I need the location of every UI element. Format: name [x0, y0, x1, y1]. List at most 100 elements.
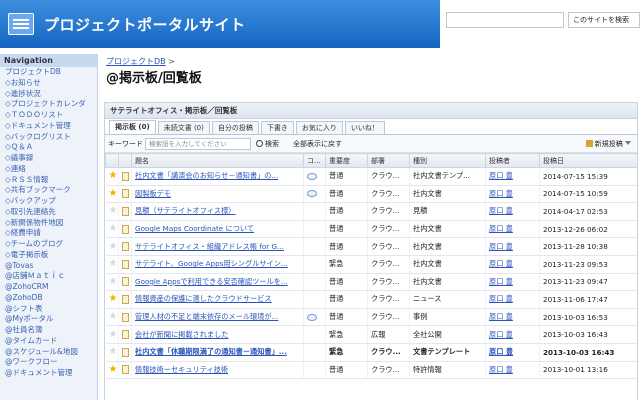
tab-5[interactable]: いいね！: [344, 121, 385, 134]
keyword-input[interactable]: 検索語を入力してください: [145, 138, 251, 150]
nav-item[interactable]: ◇バックログリスト: [0, 132, 97, 143]
star-icon[interactable]: ★: [109, 206, 118, 216]
post-subject-link[interactable]: サテライト、Google Apps用シングルサイン...: [135, 259, 288, 268]
post-subject-link[interactable]: Google Maps Coordinate について: [135, 224, 254, 233]
nav-item[interactable]: ◇Ｑ＆Ａ: [0, 142, 97, 153]
nav-item[interactable]: ◇チームのブログ: [0, 239, 97, 250]
column-header[interactable]: 種別: [409, 153, 486, 168]
nav-item[interactable]: @店舗Ｍａｔｉｃ: [0, 271, 97, 282]
nav-item[interactable]: @ドキュメント管理: [0, 368, 97, 379]
nav-item[interactable]: @ワークフロー: [0, 357, 97, 368]
nav-item[interactable]: ◇連絡: [0, 164, 97, 175]
post-subject-link[interactable]: 社内文書「講演会のお知らせ－通知書」の...: [135, 171, 278, 180]
nav-item[interactable]: @ZohoCRM: [0, 282, 97, 293]
tab-0[interactable]: 掲示板 (0): [109, 120, 156, 134]
post-subject-link[interactable]: 情報資産の保護に適したクラウドサービス: [135, 294, 272, 303]
nav-item[interactable]: @社員名簿: [0, 325, 97, 336]
nav-item[interactable]: ◇ＴＯＤＯリスト: [0, 110, 97, 121]
tab-1[interactable]: 未読文書 (0): [157, 121, 210, 134]
star-icon[interactable]: ★: [109, 276, 118, 287]
nav-item[interactable]: ◇ドキュメント管理: [0, 121, 97, 132]
nav-item[interactable]: ◇お知らせ: [0, 78, 97, 89]
column-header[interactable]: 重要度: [325, 153, 368, 168]
post-subject-link[interactable]: Google Appsで利用できる安否確認ツールを...: [135, 277, 288, 286]
nav-item[interactable]: ◇ＲＳＳ情報: [0, 175, 97, 186]
nav-item[interactable]: @Myポータル: [0, 314, 97, 325]
post-subject-link[interactable]: 管理人材の不足と端末依存のメール環境が...: [135, 312, 278, 321]
column-header[interactable]: 題名: [131, 153, 304, 168]
comment-icon[interactable]: [307, 313, 317, 321]
poster-link[interactable]: 原口 豊: [489, 277, 513, 286]
portal-logo-icon[interactable]: [8, 13, 34, 35]
breadcrumb-link[interactable]: プロジェクトDB: [106, 57, 166, 66]
site-search-input[interactable]: [446, 12, 564, 28]
new-post-button[interactable]: 新規投稿: [585, 138, 631, 150]
poster-link[interactable]: 原口 豊: [489, 171, 513, 180]
poster-link[interactable]: 原口 豊: [489, 312, 513, 321]
star-icon[interactable]: ★: [109, 224, 118, 234]
column-header[interactable]: 投稿日: [539, 153, 637, 168]
star-icon[interactable]: ★: [109, 329, 118, 340]
nav-item[interactable]: @Tovas: [0, 261, 97, 272]
table-row[interactable]: ★ 見積（サテライトオフィス様） 普通 クラウ... 見積 原口 豊 2014-04-17 …: [105, 202, 637, 221]
post-subject-link[interactable]: 見積（サテライトオフィス様）: [135, 206, 235, 215]
table-row[interactable]: ★ 社内文書「講演会のお知らせ－通知書」の... 普通 クラウ... 社内文書テンプ..…: [105, 167, 637, 186]
star-icon[interactable]: ★: [109, 171, 118, 181]
table-row[interactable]: ★ サテライト、Google Apps用シングルサイン... 緊急 クラウ... 社内文…: [105, 255, 637, 274]
poster-link[interactable]: 原口 豊: [489, 330, 513, 339]
column-header[interactable]: 部署: [367, 153, 410, 168]
nav-item[interactable]: @スケジュール&地図: [0, 347, 97, 358]
star-icon[interactable]: ★: [109, 241, 118, 252]
nav-item[interactable]: ◇新関係物件地図: [0, 218, 97, 229]
table-row[interactable]: ★ 情報資産の保護に適したクラウドサービス 普通 クラウ... ニュース 原口 豊 2013…: [105, 290, 637, 309]
poster-link[interactable]: 原口 豊: [489, 189, 513, 198]
poster-link[interactable]: 原口 豊: [489, 224, 513, 233]
table-row[interactable]: ★ 図製板デモ 普通 クラウ... 社内文書 原口 豊 2014-07-15 10:59: [105, 185, 637, 204]
column-header[interactable]: 投稿者: [485, 153, 540, 168]
poster-link[interactable]: 原口 豊: [489, 365, 513, 374]
poster-link[interactable]: 原口 豊: [489, 259, 513, 268]
column-header[interactable]: [105, 153, 119, 168]
tab-4[interactable]: お気に入り: [295, 121, 343, 134]
nav-item[interactable]: ◇電子掲示板: [0, 250, 97, 261]
nav-item[interactable]: @ZohoDB: [0, 293, 97, 304]
table-row[interactable]: ★ Google Maps Coordinate について 普通 クラウ... 社内文書…: [105, 220, 637, 239]
nav-item[interactable]: ◇共有ブックマーク: [0, 185, 97, 196]
tab-3[interactable]: 下書き: [260, 121, 294, 134]
post-subject-link[interactable]: サテライトオフィス・組織アドレス帳 for G...: [135, 242, 284, 251]
star-icon[interactable]: ★: [109, 347, 118, 357]
nav-item[interactable]: ◇取引先連絡先: [0, 207, 97, 218]
show-all-button[interactable]: 全部表示に戻す: [293, 138, 342, 150]
nav-item[interactable]: ◇議事録: [0, 153, 97, 164]
post-subject-link[interactable]: 図製板デモ: [135, 189, 171, 198]
table-row[interactable]: ★ サテライトオフィス・組織アドレス帳 for G... 普通 クラウ... 社内文書原…: [105, 237, 637, 256]
poster-link[interactable]: 原口 豊: [489, 347, 513, 356]
table-row[interactable]: ★ 会社が新聞に掲載されました 緊急 広報 全社公開 原口 豊 2013-10-03 16:…: [105, 325, 637, 344]
post-subject-link[interactable]: 情報技術ーセキュリティ技術: [135, 365, 228, 374]
search-button[interactable]: 検索: [256, 138, 279, 150]
tab-2[interactable]: 自分の投稿: [211, 121, 259, 134]
table-row[interactable]: ★ 情報技術ーセキュリティ技術 普通 クラウ... 特許情報 原口 豊 2013-10-01…: [105, 361, 637, 380]
star-icon[interactable]: ★: [109, 259, 118, 269]
post-subject-link[interactable]: 社内文書「休職期限満了の通知書－通知書」...: [135, 347, 287, 356]
column-header[interactable]: コ...: [303, 153, 326, 168]
nav-item[interactable]: プロジェクトDB: [0, 67, 97, 78]
nav-item[interactable]: @シフト表: [0, 304, 97, 315]
star-icon[interactable]: ★: [109, 188, 118, 199]
nav-item[interactable]: ◇バックアップ: [0, 196, 97, 207]
column-header[interactable]: [118, 153, 132, 168]
post-subject-link[interactable]: 会社が新聞に掲載されました: [135, 330, 228, 339]
poster-link[interactable]: 原口 豊: [489, 206, 513, 215]
table-row[interactable]: ★ Google Appsで利用できる安否確認ツールを... 普通 クラウ... 社内文…: [105, 273, 637, 292]
table-row[interactable]: ★ 管理人材の不足と端末依存のメール環境が... 普通 クラウ... 事例 原口 豊 201…: [105, 308, 637, 327]
star-icon[interactable]: ★: [109, 294, 118, 304]
comment-icon[interactable]: [307, 172, 317, 180]
poster-link[interactable]: 原口 豊: [489, 294, 513, 303]
search-scope-select[interactable]: このサイトを検索: [568, 12, 640, 28]
star-icon[interactable]: ★: [109, 364, 118, 375]
poster-link[interactable]: 原口 豊: [489, 242, 513, 251]
star-icon[interactable]: ★: [109, 312, 118, 322]
nav-item[interactable]: ◇プロジェクトカレンダ: [0, 99, 97, 110]
comment-icon[interactable]: [307, 190, 317, 198]
table-row[interactable]: ★ 社内文書「休職期限満了の通知書－通知書」... 緊急 クラウ... 文書テンプレート…: [105, 343, 637, 362]
